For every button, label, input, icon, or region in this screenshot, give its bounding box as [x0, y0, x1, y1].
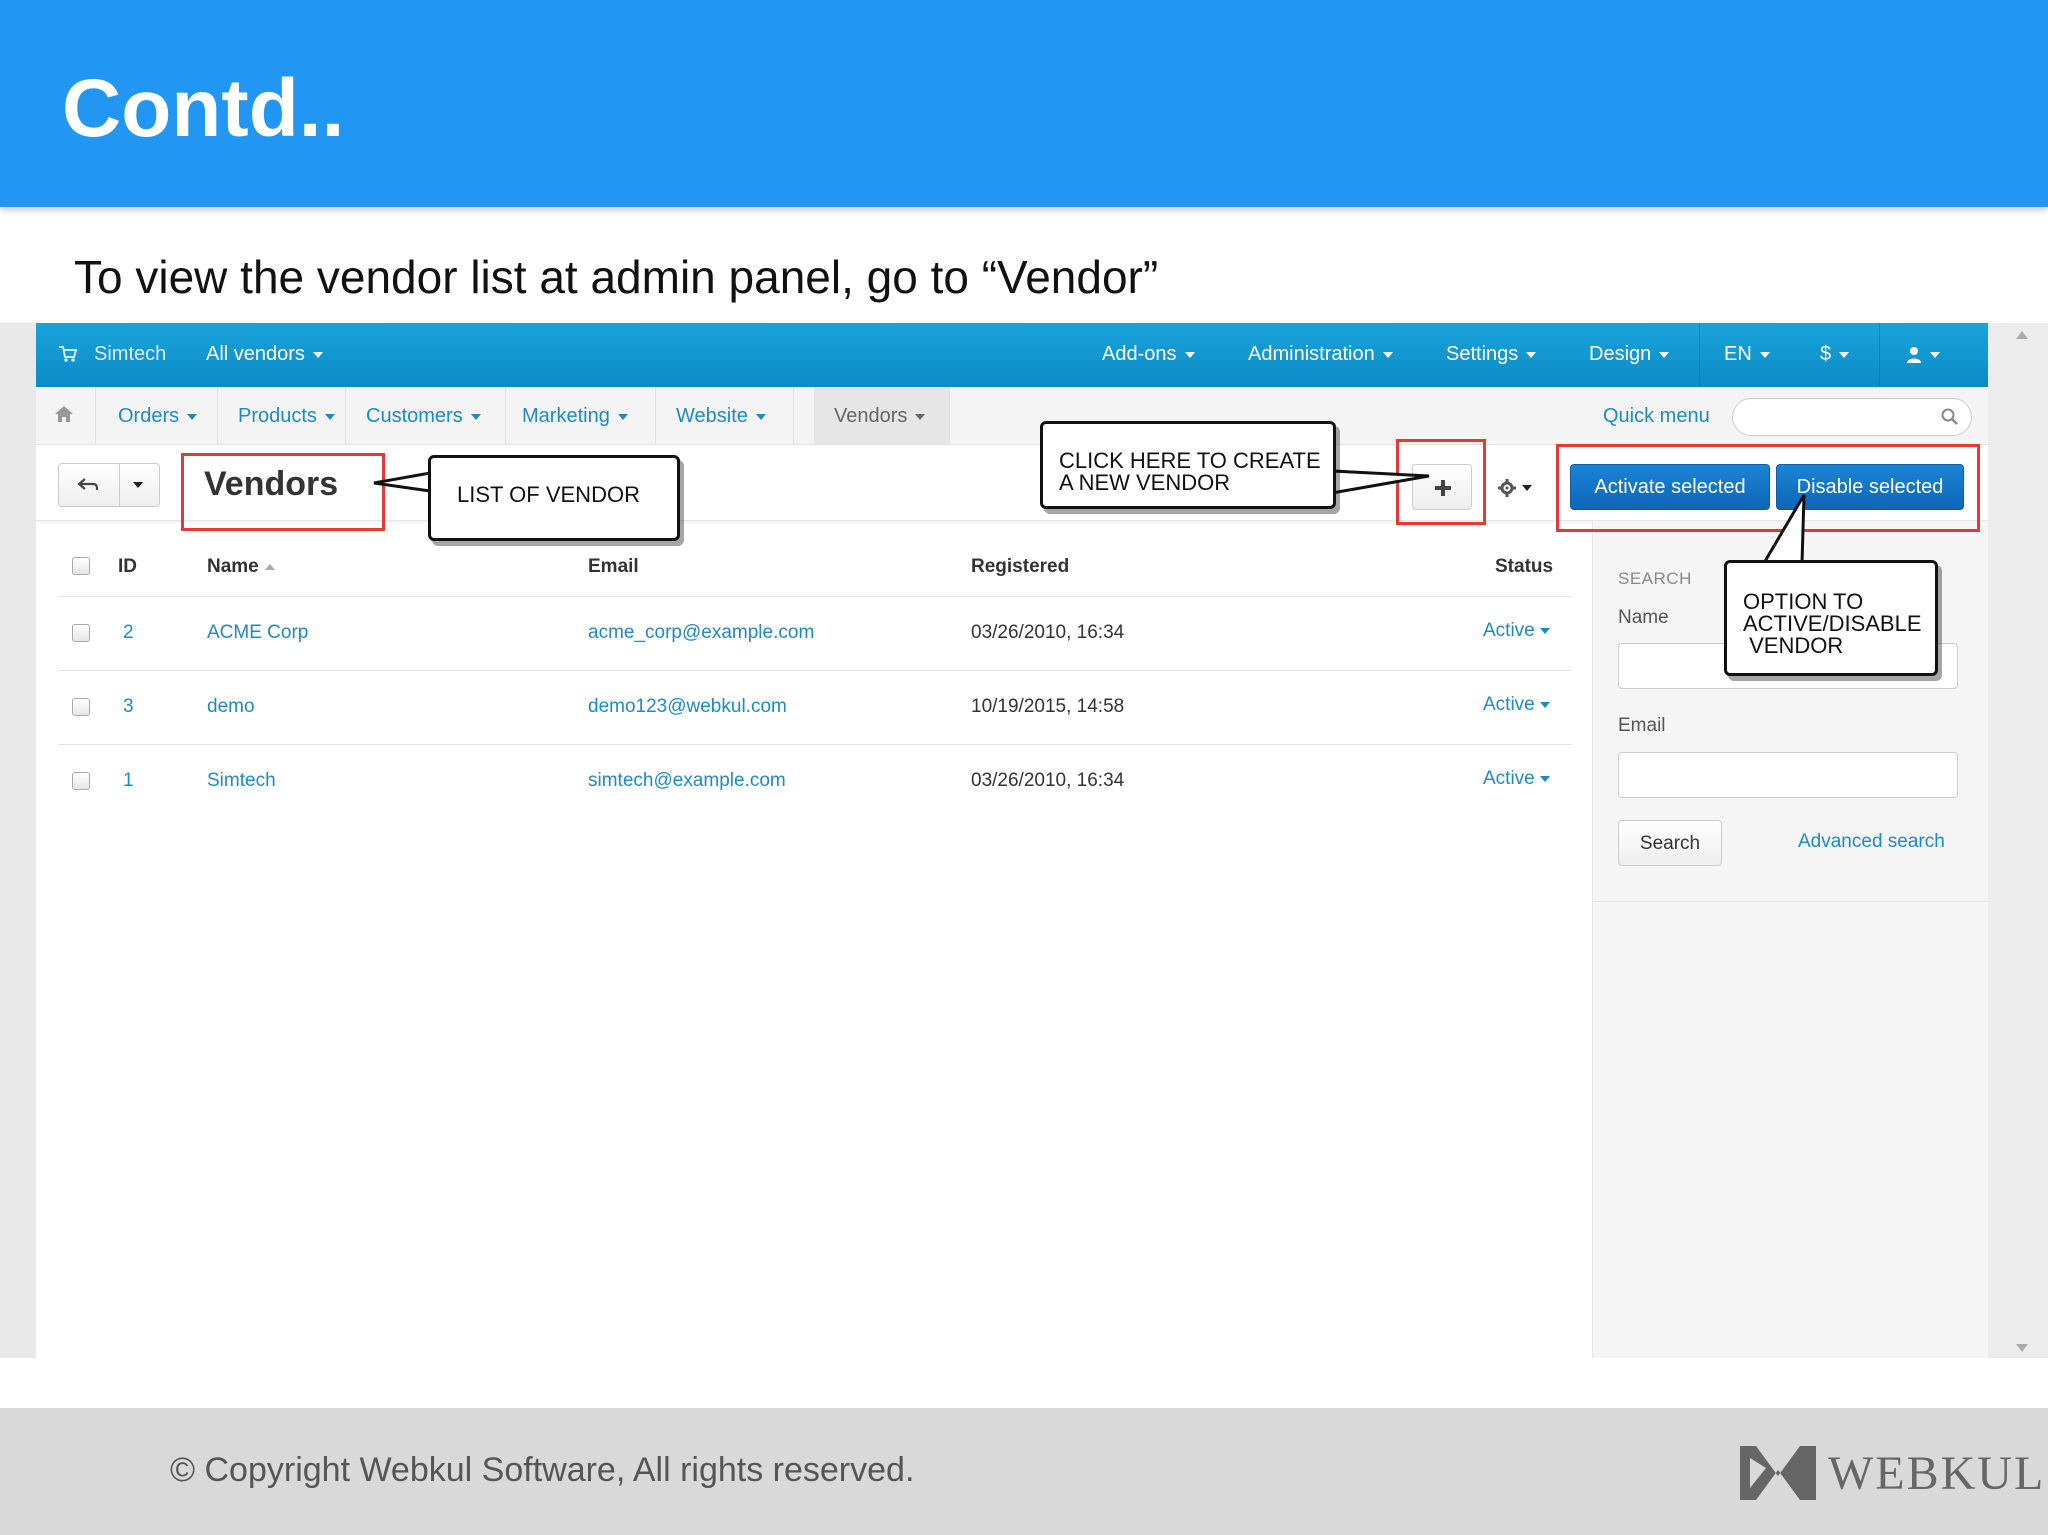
screenshot-left-margin: [0, 323, 36, 1358]
activate-disable-callout: OPTION TO ACTIVE/DISABLE VENDOR: [1724, 560, 1938, 676]
scroll-up-arrow-icon[interactable]: [2016, 331, 2028, 339]
webkul-logo-icon: [1740, 1446, 1816, 1500]
callout-pointer: [373, 471, 432, 493]
scroll-down-arrow-icon[interactable]: [2016, 1344, 2028, 1352]
webkul-logo-text: WEBKUL: [1828, 1447, 2046, 1500]
callout-pointer: [1330, 469, 1430, 495]
slide-subtitle: To view the vendor list at admin panel, …: [74, 251, 1159, 303]
list-of-vendor-callout: LIST OF VENDOR: [428, 455, 680, 541]
copyright-text: © Copyright Webkul Software, All rights …: [170, 1451, 915, 1489]
callout-pointer: [1761, 494, 1806, 565]
slide-header: Contd..: [0, 0, 2048, 207]
slide-title: Contd..: [62, 63, 345, 154]
admin-panel-screenshot: Simtech All vendors Add-ons Administrati…: [36, 323, 1988, 1358]
scrollbar[interactable]: [1988, 323, 2048, 1358]
create-vendor-callout: CLICK HERE TO CREATE A NEW VENDOR: [1040, 421, 1336, 509]
callout-pointers: [373, 469, 1806, 565]
